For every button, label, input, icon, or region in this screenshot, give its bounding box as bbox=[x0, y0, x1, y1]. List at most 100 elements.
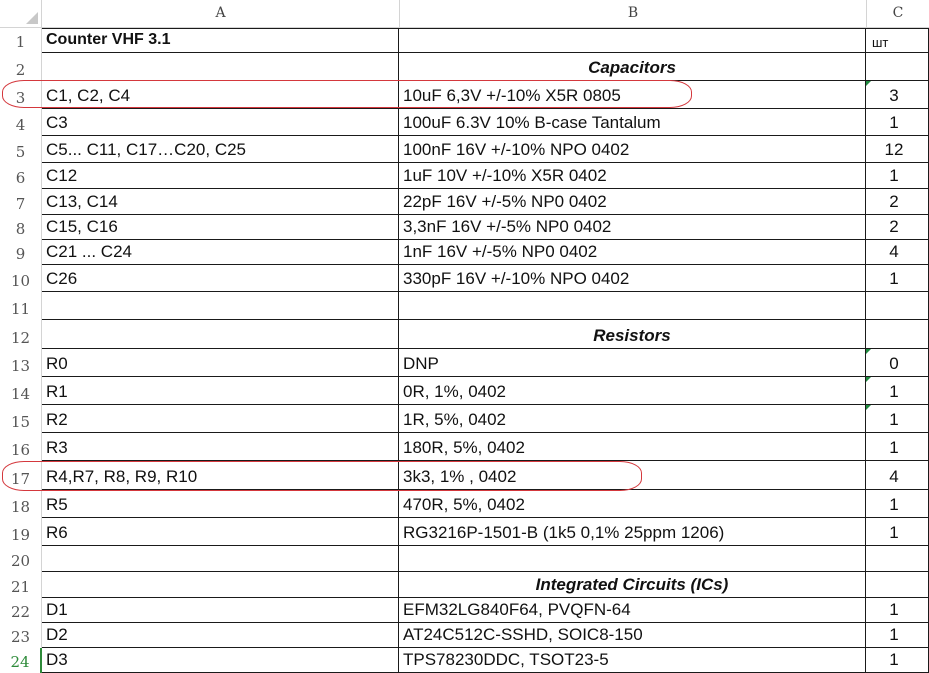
cell-c8[interactable]: 2 bbox=[866, 215, 929, 240]
cell-a18[interactable]: R5 bbox=[42, 490, 399, 518]
cell-a10[interactable]: C26 bbox=[42, 265, 399, 292]
cell-b10[interactable]: 330pF 16V +/-10% NPO 0402 bbox=[399, 265, 866, 292]
cell-c23[interactable]: 1 bbox=[866, 623, 929, 648]
cell-b3[interactable]: 10uF 6,3V +/-10% X5R 0805 bbox=[399, 81, 866, 109]
row-header-10[interactable]: 10 bbox=[0, 265, 42, 292]
cell-c4[interactable]: 1 bbox=[866, 109, 929, 136]
cell-a6[interactable]: C12 bbox=[42, 163, 399, 189]
row-header-14[interactable]: 14 bbox=[0, 377, 42, 405]
cell-c5[interactable]: 12 bbox=[866, 136, 929, 163]
cell-c11[interactable] bbox=[866, 292, 929, 320]
cell-c20[interactable] bbox=[866, 546, 929, 572]
cell-b4[interactable]: 100uF 6.3V 10% B-case Tantalum bbox=[399, 109, 866, 136]
cell-a15[interactable]: R2 bbox=[42, 405, 399, 433]
row-header-18[interactable]: 18 bbox=[0, 490, 42, 518]
row-header-24[interactable]: 24 bbox=[0, 648, 42, 673]
column-header-c[interactable]: C bbox=[866, 0, 929, 28]
cell-a16[interactable]: R3 bbox=[42, 433, 399, 461]
cell-c22[interactable]: 1 bbox=[866, 598, 929, 623]
cell-c1[interactable]: шт bbox=[866, 28, 929, 53]
cell-a7[interactable]: C13, C14 bbox=[42, 189, 399, 215]
row-header-4[interactable]: 4 bbox=[0, 109, 42, 136]
cell-a11[interactable] bbox=[42, 292, 399, 320]
cell-b1[interactable] bbox=[399, 28, 866, 53]
cell-b23[interactable]: AT24C512C-SSHD, SOIC8-150 bbox=[399, 623, 866, 648]
cell-c24[interactable]: 1 bbox=[866, 648, 929, 673]
row-header-9[interactable]: 9 bbox=[0, 240, 42, 265]
cell-c7[interactable]: 2 bbox=[866, 189, 929, 215]
cell-a14[interactable]: R1 bbox=[42, 377, 399, 405]
cell-a19[interactable]: R6 bbox=[42, 518, 399, 546]
cell-b19[interactable]: RG3216P-1501-B (1k5 0,1% 25ppm 1206) bbox=[399, 518, 866, 546]
cell-b6[interactable]: 1uF 10V +/-10% X5R 0402 bbox=[399, 163, 866, 189]
cell-b21[interactable]: Integrated Circuits (ICs) bbox=[399, 572, 866, 598]
row-header-22[interactable]: 22 bbox=[0, 598, 42, 623]
cell-a22[interactable]: D1 bbox=[42, 598, 399, 623]
cell-c2[interactable] bbox=[866, 53, 929, 81]
row-header-5[interactable]: 5 bbox=[0, 136, 42, 163]
row-header-13[interactable]: 13 bbox=[0, 349, 42, 377]
cell-b13[interactable]: DNP bbox=[399, 349, 866, 377]
cell-c14[interactable]: 1 bbox=[866, 377, 929, 405]
cell-b7[interactable]: 22pF 16V +/-5% NP0 0402 bbox=[399, 189, 866, 215]
row-header-15[interactable]: 15 bbox=[0, 405, 42, 433]
cell-c12[interactable] bbox=[866, 320, 929, 349]
cell-b8[interactable]: 3,3nF 16V +/-5% NP0 0402 bbox=[399, 215, 866, 240]
cell-b17[interactable]: 3k3, 1% , 0402 bbox=[399, 461, 866, 490]
column-header-b[interactable]: B bbox=[399, 0, 866, 28]
cell-b18[interactable]: 470R, 5%, 0402 bbox=[399, 490, 866, 518]
cell-a17[interactable]: R4,R7, R8, R9, R10 bbox=[42, 461, 399, 490]
cell-c16[interactable]: 1 bbox=[866, 433, 929, 461]
cell-b12[interactable]: Resistors bbox=[399, 320, 866, 349]
cell-a12[interactable] bbox=[42, 320, 399, 349]
row-header-23[interactable]: 23 bbox=[0, 623, 42, 648]
row-header-16[interactable]: 16 bbox=[0, 433, 42, 461]
cell-a13[interactable]: R0 bbox=[42, 349, 399, 377]
cell-c19[interactable]: 1 bbox=[866, 518, 929, 546]
cell-b20[interactable] bbox=[399, 546, 866, 572]
row-header-1[interactable]: 1 bbox=[0, 28, 42, 53]
cell-b5[interactable]: 100nF 16V +/-10% NPO 0402 bbox=[399, 136, 866, 163]
cell-a4[interactable]: C3 bbox=[42, 109, 399, 136]
cell-a3[interactable]: C1, C2, C4 bbox=[42, 81, 399, 109]
row-header-2[interactable]: 2 bbox=[0, 53, 42, 81]
cell-a24[interactable]: D3 bbox=[42, 648, 399, 673]
cell-c9[interactable]: 4 bbox=[866, 240, 929, 265]
row-header-21[interactable]: 21 bbox=[0, 572, 42, 598]
select-all-corner[interactable] bbox=[0, 0, 42, 28]
cell-a21[interactable] bbox=[42, 572, 399, 598]
row-header-19[interactable]: 19 bbox=[0, 518, 42, 546]
row-header-17[interactable]: 17 bbox=[0, 461, 42, 490]
cell-a8[interactable]: C15, C16 bbox=[42, 215, 399, 240]
cell-a2[interactable] bbox=[42, 53, 399, 81]
cell-a9[interactable]: C21 ... C24 bbox=[42, 240, 399, 265]
row-header-6[interactable]: 6 bbox=[0, 163, 42, 189]
cell-c10[interactable]: 1 bbox=[866, 265, 929, 292]
cell-b15[interactable]: 1R, 5%, 0402 bbox=[399, 405, 866, 433]
cell-c6[interactable]: 1 bbox=[866, 163, 929, 189]
cell-c18[interactable]: 1 bbox=[866, 490, 929, 518]
row-header-20[interactable]: 20 bbox=[0, 546, 42, 572]
row-header-7[interactable]: 7 bbox=[0, 189, 42, 215]
cell-b2[interactable]: Capacitors bbox=[399, 53, 866, 81]
row-header-11[interactable]: 11 bbox=[0, 292, 42, 320]
cell-a20[interactable] bbox=[42, 546, 399, 572]
cell-a1[interactable]: Counter VHF 3.1 bbox=[42, 28, 399, 53]
cell-b22[interactable]: EFM32LG840F64, PVQFN-64 bbox=[399, 598, 866, 623]
row-header-8[interactable]: 8 bbox=[0, 215, 42, 240]
cell-a5[interactable]: C5... C11, C17…C20, C25 bbox=[42, 136, 399, 163]
cell-b16[interactable]: 180R, 5%, 0402 bbox=[399, 433, 866, 461]
cell-c15[interactable]: 1 bbox=[866, 405, 929, 433]
cell-b11[interactable] bbox=[399, 292, 866, 320]
row-header-3[interactable]: 3 bbox=[0, 81, 42, 109]
cell-a23[interactable]: D2 bbox=[42, 623, 399, 648]
cell-c3[interactable]: 3 bbox=[866, 81, 929, 109]
column-header-a[interactable]: A bbox=[42, 0, 399, 28]
row-header-12[interactable]: 12 bbox=[0, 320, 42, 349]
cell-b9[interactable]: 1nF 16V +/-5% NP0 0402 bbox=[399, 240, 866, 265]
cell-c17[interactable]: 4 bbox=[866, 461, 929, 490]
cell-b14[interactable]: 0R, 1%, 0402 bbox=[399, 377, 866, 405]
cell-b24[interactable]: TPS78230DDC, TSOT23-5 bbox=[399, 648, 866, 673]
cell-c13[interactable]: 0 bbox=[866, 349, 929, 377]
cell-c21[interactable] bbox=[866, 572, 929, 598]
